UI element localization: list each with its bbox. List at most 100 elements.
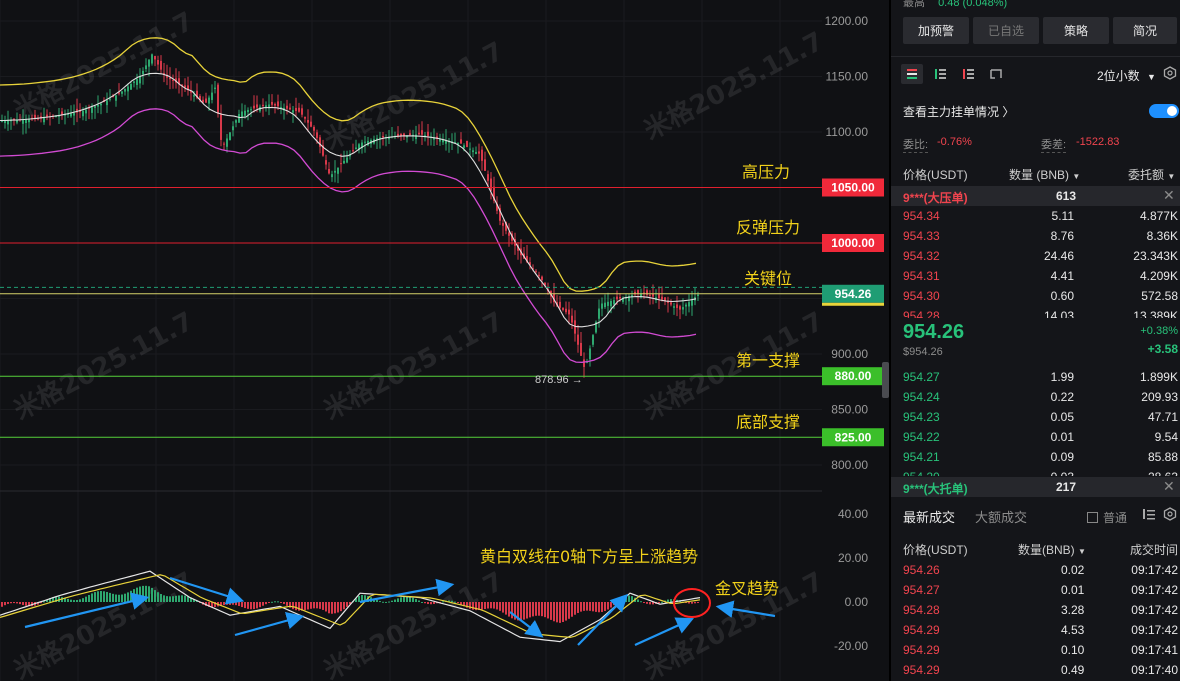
macd-histogram-bar bbox=[271, 601, 273, 603]
macd-histogram-bar bbox=[337, 602, 339, 613]
list-item[interactable]: 954.29 4.53 09:17:42 bbox=[891, 620, 1180, 640]
list-item[interactable]: 954.34 5.11 4.877K bbox=[891, 206, 1180, 226]
add-alert-button[interactable]: 加预警 bbox=[903, 17, 969, 44]
checkbox[interactable] bbox=[1087, 512, 1098, 523]
close-icon[interactable]: ✕ bbox=[1163, 187, 1175, 204]
cell-price: 954.21 bbox=[903, 450, 940, 464]
ask-big-order[interactable]: 9***(大压单) 613 ✕ bbox=[891, 186, 1180, 206]
close-icon[interactable]: ✕ bbox=[1163, 478, 1175, 495]
macd-histogram-bar bbox=[265, 602, 267, 605]
view-asks-icon[interactable] bbox=[957, 64, 979, 84]
tab-latest-trades[interactable]: 最新成交 bbox=[903, 507, 955, 526]
macd-histogram-bar bbox=[181, 595, 183, 602]
list-item[interactable]: 954.20 0.03 28.63 bbox=[891, 467, 1180, 476]
kline-chart[interactable]: 1200.001150.001100.00950.00900.00850.008… bbox=[0, 0, 889, 681]
candle-body bbox=[253, 105, 255, 109]
cell-price: 954.23 bbox=[903, 410, 940, 424]
macd-histogram-bar bbox=[553, 602, 555, 622]
candle-body bbox=[97, 105, 99, 107]
candle-body bbox=[142, 70, 144, 75]
list-item[interactable]: 954.29 0.49 09:17:40 bbox=[891, 660, 1180, 680]
decimals-select[interactable]: 2位小数 ▼ bbox=[1097, 67, 1156, 84]
candle-body bbox=[289, 107, 291, 110]
candle-body bbox=[616, 296, 618, 300]
trade-header-qty-label: 数量(BNB) bbox=[1018, 543, 1075, 557]
list-item[interactable]: 954.24 0.22 209.93 bbox=[891, 387, 1180, 407]
candle-body bbox=[277, 101, 279, 107]
macd-histogram-bar bbox=[241, 602, 243, 608]
list-item[interactable]: 954.21 0.09 85.88 bbox=[891, 447, 1180, 467]
macd-histogram-bar bbox=[16, 602, 18, 604]
view-depth-icon[interactable] bbox=[985, 64, 1007, 84]
candle-body bbox=[490, 178, 492, 191]
list-settings-icon[interactable] bbox=[1142, 507, 1156, 521]
list-item[interactable]: 954.28 14.03 13.389K bbox=[891, 306, 1180, 318]
list-item[interactable]: 954.31 4.41 4.209K bbox=[891, 266, 1180, 286]
view-bids-icon[interactable] bbox=[929, 64, 951, 84]
candle-body bbox=[4, 120, 6, 124]
list-item[interactable]: 954.23 0.05 47.71 bbox=[891, 407, 1180, 427]
trade-header-time: 成交时间 bbox=[1129, 543, 1178, 557]
macd-histogram-bar bbox=[79, 599, 81, 602]
diff-label: 委差: bbox=[1041, 136, 1067, 153]
overview-button[interactable]: 简况 bbox=[1113, 17, 1177, 44]
macd-histogram-bar bbox=[694, 602, 696, 604]
list-item[interactable]: 954.32 24.46 23.343K bbox=[891, 246, 1180, 266]
list-item[interactable]: 954.27 1.99 1.899K bbox=[891, 367, 1180, 387]
axis-drag-handle[interactable] bbox=[882, 362, 889, 398]
macd-histogram-bar bbox=[499, 602, 501, 611]
candle-body bbox=[211, 92, 213, 100]
candle-body bbox=[154, 56, 156, 60]
trade-header-qty[interactable]: 数量(BNB) ▼ bbox=[1018, 541, 1086, 558]
macd-histogram-bar bbox=[691, 602, 693, 604]
settings-hex-icon[interactable] bbox=[1163, 507, 1177, 521]
macd-histogram-bar bbox=[232, 602, 234, 605]
cell-amt: 23.343K bbox=[1133, 249, 1178, 263]
macd-histogram-bar bbox=[667, 599, 669, 602]
candle-body bbox=[562, 307, 564, 310]
candle-body bbox=[244, 110, 246, 116]
main-orders-toggle[interactable] bbox=[1149, 104, 1179, 118]
cell-amt: 8.36K bbox=[1146, 229, 1178, 243]
list-item[interactable]: 954.28 3.28 09:17:42 bbox=[891, 600, 1180, 620]
candle-body bbox=[205, 98, 207, 103]
candle-body bbox=[133, 81, 135, 83]
candle-body bbox=[43, 118, 45, 123]
list-item[interactable]: 954.30 0.60 572.58 bbox=[891, 286, 1180, 306]
macd-histogram-bar bbox=[697, 602, 699, 603]
normal-filter[interactable]: 普通 bbox=[1087, 509, 1127, 526]
candle-body bbox=[409, 133, 411, 136]
list-item[interactable]: 954.29 0.10 09:17:41 bbox=[891, 640, 1180, 660]
settings-hex-icon[interactable] bbox=[1163, 66, 1177, 80]
book-header-amt[interactable]: 委托额 ▼ bbox=[1128, 166, 1175, 183]
macd-histogram-bar bbox=[262, 602, 264, 606]
macd-histogram-bar bbox=[565, 602, 567, 621]
macd-axis-tick: 20.00 bbox=[838, 551, 868, 565]
cell-qty: 0.10 bbox=[1061, 643, 1085, 657]
book-header-qty[interactable]: 数量 (BNB) ▼ bbox=[1009, 166, 1080, 183]
view-both-icon[interactable] bbox=[901, 64, 923, 84]
list-item[interactable]: 954.27 0.01 09:17:42 bbox=[891, 580, 1180, 600]
list-item[interactable]: 954.26 0.02 09:17:42 bbox=[891, 560, 1180, 580]
cell-amt: 209.93 bbox=[1141, 390, 1178, 404]
candle-body bbox=[85, 109, 87, 114]
list-item[interactable]: 954.33 8.76 8.36K bbox=[891, 226, 1180, 246]
candle-body bbox=[679, 306, 681, 310]
macd-histogram-bar bbox=[85, 596, 87, 602]
macd-histogram-bar bbox=[574, 602, 576, 615]
macd-axis-tick: 0.00 bbox=[845, 595, 869, 609]
bid-big-order[interactable]: 9***(大托单) 217 ✕ bbox=[891, 477, 1180, 497]
chart-canvas[interactable]: 1200.001150.001100.00950.00900.00850.008… bbox=[0, 0, 889, 681]
macd-histogram-bar bbox=[649, 602, 651, 605]
cell-time: 09:17:42 bbox=[1131, 603, 1178, 617]
candle-body bbox=[247, 109, 249, 113]
macd-histogram-bar bbox=[580, 602, 582, 612]
cell-qty: 3.28 bbox=[1061, 603, 1085, 617]
main-orders-link[interactable]: 查看主力挂单情况 〉 bbox=[903, 103, 1014, 120]
level-tag-text: 1000.00 bbox=[831, 236, 875, 250]
strategy-button[interactable]: 策略 bbox=[1043, 17, 1109, 44]
list-item[interactable]: 954.22 0.01 9.54 bbox=[891, 427, 1180, 447]
candle-body bbox=[235, 120, 237, 123]
favorited-button[interactable]: 已自选 bbox=[973, 17, 1039, 44]
tab-large-trades[interactable]: 大额成交 bbox=[975, 507, 1027, 526]
